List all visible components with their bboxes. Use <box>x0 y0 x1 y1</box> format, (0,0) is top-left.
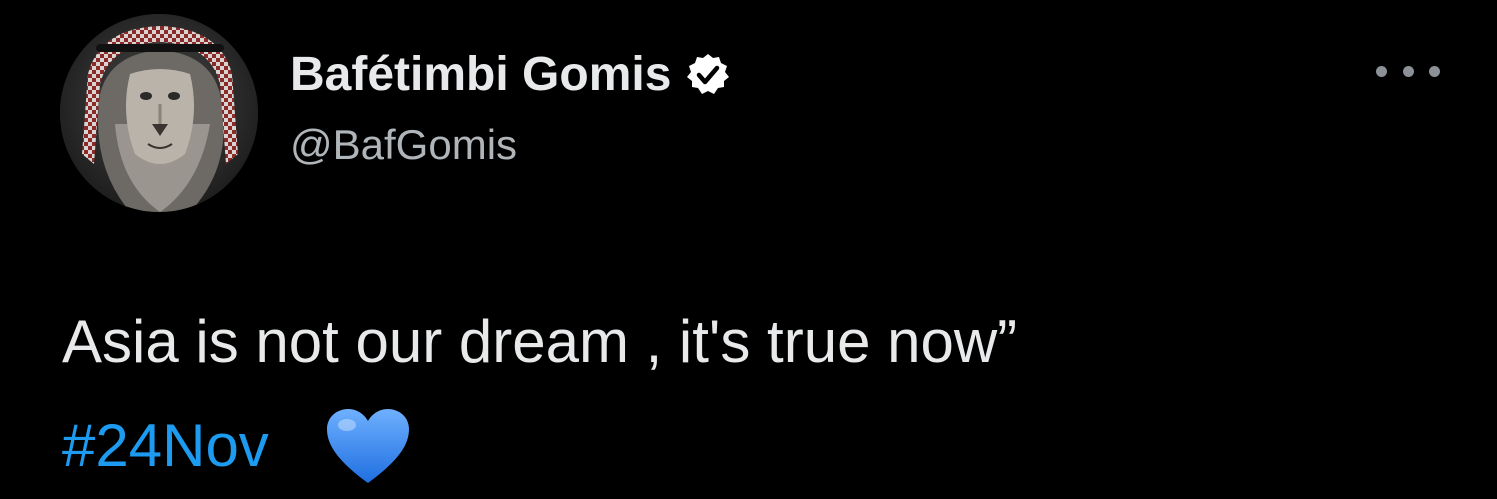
more-dot <box>1429 65 1440 77</box>
display-name[interactable]: Bafétimbi Gomis <box>290 44 671 106</box>
verified-badge-icon <box>685 52 731 98</box>
tweet-hashtag-line: #24Nov <box>62 404 411 488</box>
tweet-card: Bafétimbi Gomis @BafGomis Asia is not ou… <box>0 0 1497 499</box>
more-dot <box>1402 65 1414 77</box>
lion-avatar-icon[interactable] <box>60 14 258 212</box>
author-handle[interactable]: @BafGomis <box>290 118 517 172</box>
author-name-row[interactable]: Bafétimbi Gomis <box>290 44 731 106</box>
more-horizontal-icon[interactable] <box>1376 56 1440 86</box>
blue-heart-icon <box>325 407 411 485</box>
more-dot <box>1376 65 1387 77</box>
hashtag-link[interactable]: #24Nov <box>62 404 269 488</box>
tweet-text: Asia is not our dream , it's true now” <box>62 308 1018 375</box>
